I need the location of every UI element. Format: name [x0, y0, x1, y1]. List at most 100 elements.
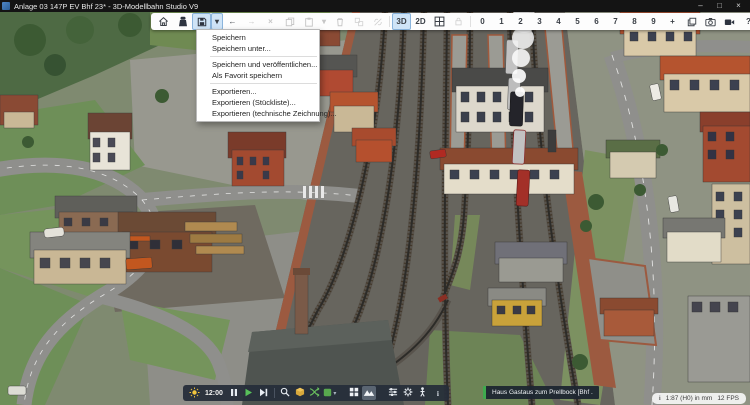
shuffle-routes-button[interactable]: [308, 386, 322, 400]
play-button[interactable]: [242, 386, 256, 400]
daylight-button[interactable]: [187, 386, 201, 400]
lock-icon: [454, 17, 463, 26]
view-3d-button[interactable]: 3D: [392, 13, 411, 30]
link-button[interactable]: [368, 13, 387, 30]
menu-item-speichern[interactable]: Speichern: [197, 32, 319, 43]
pause-button[interactable]: [227, 386, 241, 400]
layer-button-1[interactable]: 1: [492, 13, 511, 30]
info-button[interactable]: i: [431, 386, 445, 400]
gear-icon: [403, 387, 413, 399]
redo-button[interactable]: →: [242, 13, 261, 30]
mountain-icon: [363, 388, 375, 399]
cut-button[interactable]: ×: [261, 13, 280, 30]
terrain-mode-button[interactable]: [362, 386, 376, 400]
step-forward-icon: [259, 388, 268, 399]
main-toolbar: ▾ ← → × ▾ 3D 2D 0 1 2 3 4 5 6 7 8 9 + ?: [151, 13, 750, 30]
menu-separator: [210, 56, 317, 57]
package-button[interactable]: [293, 386, 307, 400]
video-button[interactable]: [720, 13, 739, 30]
scale-status-box: i 1:87 (H0) in mm 12 FPS: [652, 393, 746, 404]
grid-2x2-icon: [349, 387, 359, 399]
fps-label: 12 FPS: [717, 395, 739, 402]
info-icon: i: [659, 395, 661, 402]
menu-item-speichern-veroeffentlichen[interactable]: Speichern und veröffentlichen...: [197, 59, 319, 70]
sun-icon: [189, 387, 200, 400]
camera-icon: [705, 17, 716, 27]
copy-button[interactable]: [280, 13, 299, 30]
viewport-3d[interactable]: [0, 12, 750, 405]
home-button[interactable]: [154, 13, 173, 30]
layer-button-7[interactable]: 7: [606, 13, 625, 30]
filter-button[interactable]: [386, 386, 400, 400]
split-view-button[interactable]: [430, 13, 449, 30]
layer-button-0[interactable]: 0: [473, 13, 492, 30]
video-camera-icon: [724, 17, 735, 27]
screenshot-button[interactable]: [701, 13, 720, 30]
catalog-button[interactable]: [173, 13, 192, 30]
group-button[interactable]: [349, 13, 368, 30]
save-icon: [197, 17, 207, 27]
maximize-button[interactable]: □: [710, 0, 729, 12]
toolbar-separator: [470, 16, 471, 27]
scale-label: 1:87 (H0) in mm: [666, 395, 713, 402]
selection-tooltip-text: Haus Gastaus zum Prellbock [Bhf .: [492, 389, 593, 396]
settings-button[interactable]: [401, 386, 415, 400]
paste-icon: [304, 17, 314, 27]
menu-item-speichern-unter[interactable]: Speichern unter...: [197, 43, 319, 54]
shuffle-icon: [309, 387, 320, 399]
paste-button[interactable]: [299, 13, 318, 30]
save-dropdown-menu: Speichern Speichern unter... Speichern u…: [196, 29, 320, 122]
window-title: Anlage 03 147P EV Bhf 23* - 3D-Modellbah…: [14, 2, 691, 11]
catalog-icon: [178, 16, 188, 27]
toolbar-separator: [389, 16, 390, 27]
layer-button-8[interactable]: 8: [625, 13, 644, 30]
layer-button-2[interactable]: 2: [511, 13, 530, 30]
walk-mode-button[interactable]: [416, 386, 430, 400]
menu-item-exportieren-zeichnung[interactable]: Exportieren (technische Zeichnung)...: [197, 108, 319, 119]
delete-button[interactable]: [330, 13, 349, 30]
menu-item-als-favorit[interactable]: Als Favorit speichern: [197, 70, 319, 81]
trash-icon: [335, 17, 345, 27]
save-button[interactable]: [192, 13, 211, 30]
close-button[interactable]: ×: [729, 0, 748, 12]
sliders-icon: [388, 387, 398, 399]
view-2d-button[interactable]: 2D: [411, 13, 430, 30]
time-display: 12:00: [202, 390, 226, 397]
play-icon: [244, 388, 253, 399]
layer-button-6[interactable]: 6: [587, 13, 606, 30]
minimize-button[interactable]: –: [691, 0, 710, 12]
selection-tooltip: Haus Gastaus zum Prellbock [Bhf .: [483, 386, 599, 399]
layer-square-icon: [323, 388, 332, 399]
layer-button-9[interactable]: 9: [644, 13, 663, 30]
undo-button[interactable]: ←: [223, 13, 242, 30]
split-view-icon: [434, 16, 445, 27]
help-button[interactable]: ?: [739, 13, 750, 30]
lock-view-button[interactable]: [449, 13, 468, 30]
home-icon: [158, 16, 169, 27]
paste-menu-button[interactable]: ▾: [318, 13, 330, 30]
person-icon: [418, 387, 427, 399]
view-grid-button[interactable]: [347, 386, 361, 400]
group-icon: [354, 17, 364, 27]
bar-separator: [274, 388, 275, 398]
link-icon: [373, 17, 383, 27]
package-icon: [295, 387, 305, 399]
menu-item-exportieren-stueckliste[interactable]: Exportieren (Stückliste)...: [197, 97, 319, 108]
save-menu-button[interactable]: ▾: [211, 13, 223, 30]
scene-render: [0, 12, 750, 405]
magnifier-icon: [280, 387, 290, 399]
layer-visibility-button[interactable]: ▾: [323, 386, 337, 400]
playback-bar: 12:00 ▾ i: [183, 385, 449, 401]
layer-button-4[interactable]: 4: [549, 13, 568, 30]
step-forward-button[interactable]: [257, 386, 271, 400]
windows-icon: [687, 17, 697, 27]
layer-button-5[interactable]: 5: [568, 13, 587, 30]
layer-button-3[interactable]: 3: [530, 13, 549, 30]
menu-separator: [210, 83, 317, 84]
copy-icon: [285, 17, 295, 27]
add-layer-button[interactable]: +: [663, 13, 682, 30]
caret-down-icon: ▾: [333, 390, 336, 397]
duplicate-window-button[interactable]: [682, 13, 701, 30]
zoom-tool-button[interactable]: [278, 386, 292, 400]
menu-item-exportieren[interactable]: Exportieren...: [197, 86, 319, 97]
